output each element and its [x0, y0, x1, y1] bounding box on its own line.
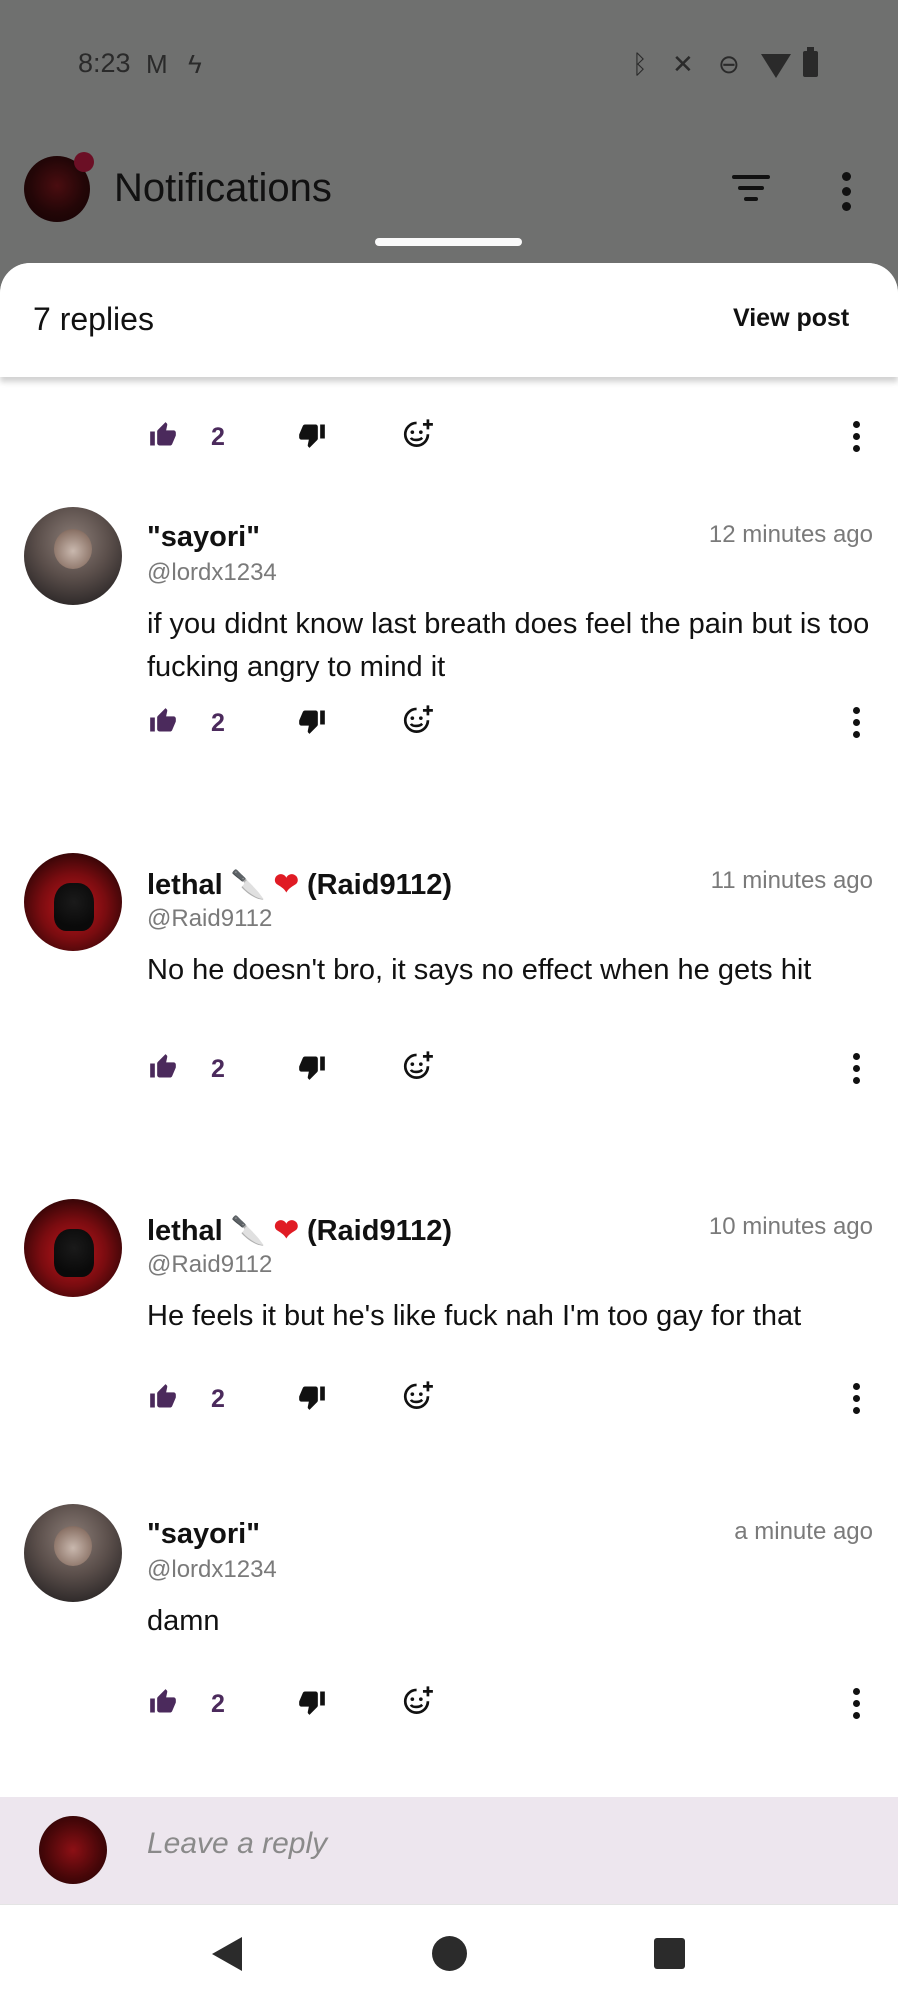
display-name-text: lethal — [147, 869, 223, 901]
timestamp: 10 minutes ago — [708, 1213, 873, 1240]
avatar[interactable] — [24, 507, 122, 605]
username: @Raid9112 — [147, 1251, 273, 1278]
username: @lordx1234 — [147, 1556, 277, 1583]
thumb-up-icon[interactable] — [149, 1053, 177, 1081]
knife-icon: 🔪 — [230, 1215, 266, 1246]
comment-text: He feels it but he's like fuck nah I'm t… — [147, 1300, 802, 1332]
add-reaction-icon[interactable] — [401, 418, 435, 452]
action-row: 2 — [0, 704, 898, 747]
like-count: 2 — [211, 709, 225, 737]
more-options-icon[interactable] — [853, 1383, 861, 1419]
reply-input[interactable] — [147, 1827, 847, 1861]
heart-icon: ❤ — [273, 1214, 299, 1247]
more-options-icon[interactable] — [853, 1688, 861, 1724]
notification-dot — [74, 152, 94, 172]
username: @lordx1234 — [147, 559, 277, 586]
mute-icon: ✕ — [672, 49, 694, 79]
avatar — [39, 1816, 107, 1884]
action-row: 2 — [0, 418, 898, 461]
reply-bar — [0, 1797, 898, 1904]
replies-sheet: 7 replies View post 2 "sayori" 12 minute… — [0, 263, 898, 2000]
recents-icon[interactable] — [654, 1938, 685, 1969]
like-count: 2 — [211, 1055, 225, 1083]
display-name-text: lethal — [147, 1215, 223, 1247]
add-reaction-icon[interactable] — [401, 1685, 435, 1719]
like-count: 2 — [211, 1385, 225, 1413]
battery-icon — [803, 47, 818, 77]
status-bar: 8:23 M ϟ ᛒ ✕ ⊖ — [0, 0, 898, 130]
sheet-drag-handle[interactable] — [375, 238, 522, 246]
action-row: 2 — [0, 1685, 898, 1728]
avatar[interactable] — [24, 1199, 122, 1297]
thumb-up-icon[interactable] — [149, 1688, 177, 1716]
display-name[interactable]: lethal 🔪 ❤ (Raid9112) — [147, 1213, 452, 1248]
filter-icon[interactable] — [730, 175, 772, 205]
status-time: 8:23 — [78, 48, 131, 78]
more-options-icon[interactable] — [842, 172, 852, 217]
thumb-down-icon[interactable] — [298, 707, 326, 735]
display-name-handle: (Raid9112) — [306, 1215, 453, 1247]
thumb-down-icon[interactable] — [298, 1688, 326, 1716]
thumb-up-icon[interactable] — [149, 1383, 177, 1411]
view-post-button[interactable]: View post — [733, 304, 849, 333]
comment-text: if you didnt know last breath does feel … — [147, 608, 870, 683]
thumb-down-icon[interactable] — [298, 1053, 326, 1081]
knife-icon: 🔪 — [230, 869, 266, 900]
add-reaction-icon[interactable] — [401, 1380, 435, 1414]
action-row: 2 — [0, 1050, 898, 1093]
thumb-up-icon[interactable] — [149, 421, 177, 449]
lightning-icon: ϟ — [188, 49, 202, 79]
back-icon[interactable] — [212, 1937, 242, 1971]
thumb-down-icon[interactable] — [298, 421, 326, 449]
system-nav-bar — [0, 1904, 898, 2000]
comment-text: damn — [147, 1605, 220, 1637]
add-reaction-icon[interactable] — [401, 704, 435, 738]
display-name[interactable]: "sayori" — [147, 1518, 260, 1551]
action-row: 2 — [0, 1380, 898, 1423]
bluetooth-icon: ᛒ — [632, 49, 648, 79]
avatar[interactable] — [24, 1504, 122, 1602]
thumb-up-icon[interactable] — [149, 707, 177, 735]
like-count: 2 — [211, 1690, 225, 1718]
home-icon[interactable] — [432, 1936, 467, 1971]
avatar[interactable] — [24, 853, 122, 951]
wifi-icon — [761, 54, 791, 78]
more-options-icon[interactable] — [853, 421, 861, 457]
thumb-down-icon[interactable] — [298, 1383, 326, 1411]
do-not-disturb-icon: ⊖ — [718, 49, 740, 79]
like-count: 2 — [211, 423, 225, 451]
timestamp: 11 minutes ago — [710, 867, 873, 894]
display-name[interactable]: "sayori" — [147, 521, 260, 554]
sheet-header: 7 replies View post — [0, 263, 898, 377]
timestamp: 12 minutes ago — [708, 521, 873, 548]
replies-count: 7 replies — [33, 301, 154, 337]
username: @Raid9112 — [147, 905, 273, 932]
add-reaction-icon[interactable] — [401, 1050, 435, 1084]
comment-text: No he doesn't bro, it says no effect whe… — [147, 954, 812, 986]
page-title: Notifications — [114, 166, 332, 210]
timestamp: a minute ago — [734, 1518, 873, 1545]
gmail-icon: M — [146, 49, 168, 79]
more-options-icon[interactable] — [853, 1053, 861, 1089]
display-name[interactable]: lethal 🔪 ❤ (Raid9112) — [147, 867, 452, 902]
heart-icon: ❤ — [273, 868, 299, 901]
more-options-icon[interactable] — [853, 707, 861, 743]
display-name-handle: (Raid9112) — [306, 869, 453, 901]
